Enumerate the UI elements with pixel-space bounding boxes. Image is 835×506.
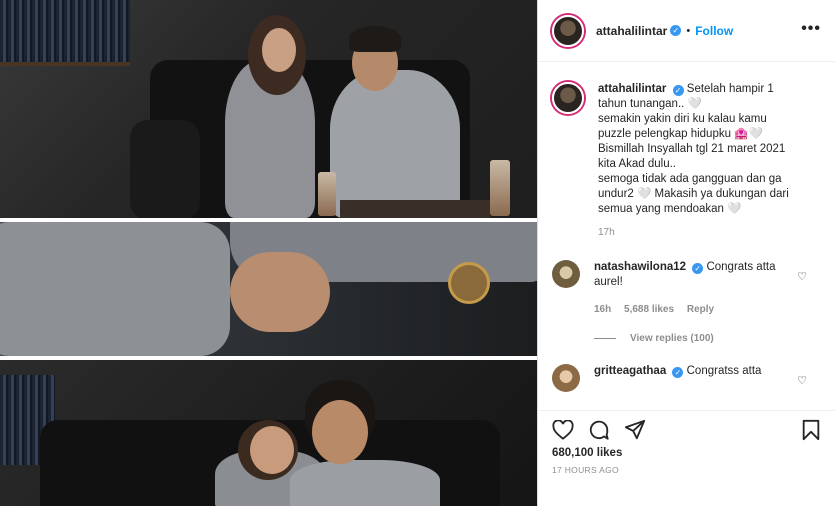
comment-like-heart-icon[interactable]: ♡ bbox=[797, 374, 807, 387]
post-username[interactable]: attahalilintar bbox=[596, 24, 667, 38]
woman-sleeve bbox=[0, 222, 230, 356]
post-sidebar: attahalilintar ✓ • Follow ••• attahalili… bbox=[537, 0, 835, 506]
caption-time[interactable]: 17h bbox=[598, 225, 798, 240]
comment-like-heart-icon[interactable]: ♡ bbox=[797, 270, 807, 283]
photo-panel-couple bbox=[0, 0, 537, 218]
drink-cup bbox=[318, 172, 336, 216]
post-header: attahalilintar ✓ • Follow ••• bbox=[538, 0, 835, 62]
verified-icon: ✓ bbox=[670, 25, 682, 36]
comment: natashawilona12 ✓ Congrats atta aurel! 1… bbox=[552, 260, 821, 317]
caption-username[interactable]: attahalilintar bbox=[598, 83, 666, 95]
woman-face bbox=[262, 28, 296, 72]
comment-time[interactable]: 16h bbox=[594, 304, 611, 315]
share-icon[interactable] bbox=[624, 419, 646, 441]
avatar[interactable] bbox=[552, 364, 580, 392]
table bbox=[340, 200, 490, 218]
caption-line: Bismillah Insyallah tgl 21 maret 2021 ki… bbox=[598, 143, 786, 170]
woman-face bbox=[250, 426, 294, 474]
post-photo[interactable] bbox=[0, 0, 537, 506]
verified-icon: ✓ bbox=[672, 85, 684, 96]
caption-line: semakin yakin diri ku kalau kamu puzzle … bbox=[598, 113, 767, 140]
view-replies-line bbox=[594, 338, 616, 339]
comment-text: natashawilona12 ✓ Congrats atta aurel! 1… bbox=[594, 260, 784, 317]
comment-likes[interactable]: 5,688 likes bbox=[624, 304, 674, 315]
bookshelf bbox=[0, 0, 130, 62]
man-figure bbox=[330, 70, 460, 218]
separator-dot: • bbox=[686, 24, 691, 37]
photo-panel-hands bbox=[0, 222, 537, 356]
action-icons bbox=[552, 415, 821, 445]
likes-count[interactable]: 680,100 likes bbox=[552, 447, 821, 459]
comment-meta: 16h 5,688 likes Reply bbox=[594, 302, 784, 317]
photo-panel-closeup bbox=[0, 360, 537, 506]
caption: attahalilintar ✓ Setelah hampir 1 tahun … bbox=[552, 82, 821, 240]
man-face bbox=[312, 400, 368, 464]
sofa-arm bbox=[130, 120, 200, 218]
comment-body: Congratss atta bbox=[686, 365, 762, 377]
avatar[interactable] bbox=[552, 260, 580, 288]
comment-icon[interactable] bbox=[588, 419, 610, 441]
heart-icon[interactable] bbox=[552, 420, 574, 440]
comment-username[interactable]: natashawilona12 bbox=[594, 261, 686, 273]
reply-button[interactable]: Reply bbox=[687, 304, 714, 315]
instagram-post: attahalilintar ✓ • Follow ••• attahalili… bbox=[0, 0, 835, 506]
avatar[interactable] bbox=[552, 14, 584, 47]
post-actions: 680,100 likes 17 HOURS AGO bbox=[538, 410, 835, 506]
drink-cup bbox=[490, 160, 510, 216]
verified-icon: ✓ bbox=[692, 263, 704, 274]
comment-text: gritteagathaa ✓ Congratss atta bbox=[594, 364, 784, 392]
more-options-button[interactable]: ••• bbox=[801, 20, 821, 38]
verified-icon: ✓ bbox=[672, 367, 684, 378]
comment: gritteagathaa ✓ Congratss atta ♡ bbox=[552, 364, 821, 392]
follow-button[interactable]: Follow bbox=[695, 24, 733, 38]
caption-text: attahalilintar ✓ Setelah hampir 1 tahun … bbox=[598, 82, 798, 240]
avatar[interactable] bbox=[552, 82, 584, 114]
view-replies-button[interactable]: View replies (100) bbox=[594, 333, 821, 344]
man-hat bbox=[349, 26, 401, 52]
watch bbox=[448, 262, 490, 304]
posted-time[interactable]: 17 HOURS AGO bbox=[552, 465, 821, 475]
view-replies-label: View replies (100) bbox=[630, 333, 714, 344]
caption-line: semoga tidak ada gangguan dan ga undur2 … bbox=[598, 173, 789, 215]
comments-list[interactable]: attahalilintar ✓ Setelah hampir 1 tahun … bbox=[538, 62, 835, 410]
bookmark-icon[interactable] bbox=[801, 419, 821, 441]
shelf-board bbox=[0, 62, 130, 66]
hands bbox=[230, 252, 330, 332]
man-figure bbox=[290, 460, 440, 506]
comment-username[interactable]: gritteagathaa bbox=[594, 365, 666, 377]
